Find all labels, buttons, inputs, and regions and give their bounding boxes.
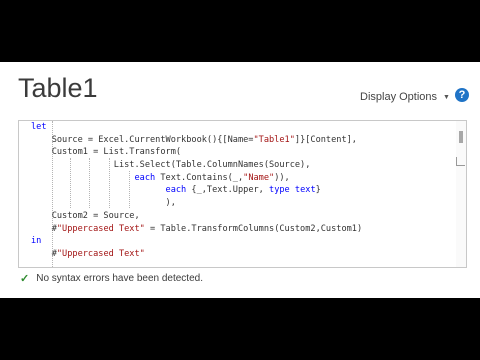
code-line: ), [31,197,362,210]
keyword-token: each [165,185,187,196]
string-token: "Uppercased Text" [56,248,145,259]
code-line: each Text.Contains(_,"Name")), [31,172,362,185]
code-token: {_,Text.Upper, [186,185,270,196]
code-line: Custom1 = List.Transform( [31,146,362,159]
code-line: List.Select(Table.ColumnNames(Source), [31,159,362,172]
code-line: in [31,235,362,248]
keyword-token: type [269,185,290,196]
code-token: )), [274,172,290,183]
code-line: Source = Excel.CurrentWorkbook(){[Name="… [31,134,362,147]
syntax-status: ✓ No syntax errors have been detected. [20,271,203,285]
checkmark-icon: ✓ [20,272,30,285]
code-line: Custom2 = Source, [31,210,362,223]
code-line: each {_,Text.Upper, type text} [31,184,362,197]
keyword-token: text [294,185,316,196]
keyword-token: let [31,122,47,132]
help-icon[interactable]: ? [455,88,469,102]
code-token: # [31,223,57,234]
string-token: "Name" [243,172,275,183]
keyword-token: in [31,236,42,247]
code-line: #"Uppercased Text" [31,248,362,261]
code-token: # [31,248,57,259]
code-token: } [315,185,321,196]
code-text: let Source = Excel.CurrentWorkbook(){[Na… [31,121,362,261]
code-token: Text.Contains(_, [155,172,244,183]
code-token: Custom1 = List.Transform( [31,147,182,158]
keyword-token: each [134,172,156,183]
display-options-dropdown[interactable]: Display Options ▼ [360,89,450,105]
status-message: No syntax errors have been detected. [36,272,203,284]
display-options-label: Display Options [360,91,438,103]
vertical-scrollbar[interactable] [456,121,466,267]
code-line: let [31,121,362,134]
code-token: = Table.TransformColumns(Custom2,Custom1… [144,223,363,234]
code-editor[interactable]: let Source = Excel.CurrentWorkbook(){[Na… [18,120,467,268]
chevron-down-icon: ▼ [443,93,450,101]
code-token: ]}[Content], [294,134,357,145]
scrollbar-marker [456,157,465,166]
string-token: "Table1" [253,134,295,145]
code-token: Custom2 = Source, [31,210,140,221]
scrollbar-thumb[interactable] [459,131,463,143]
code-token: ), [31,198,176,209]
string-token: "Uppercased Text" [56,223,145,234]
query-title: Table1 [18,73,98,103]
advanced-editor-dialog: Table1 Display Options ▼ ? let Source = … [0,62,480,298]
code-token: Source = Excel.CurrentWorkbook(){[Name= [31,134,254,145]
code-line: #"Uppercased Text" = Table.TransformColu… [31,223,362,236]
code-token: List.Select(Table.ColumnNames(Source), [31,160,311,171]
